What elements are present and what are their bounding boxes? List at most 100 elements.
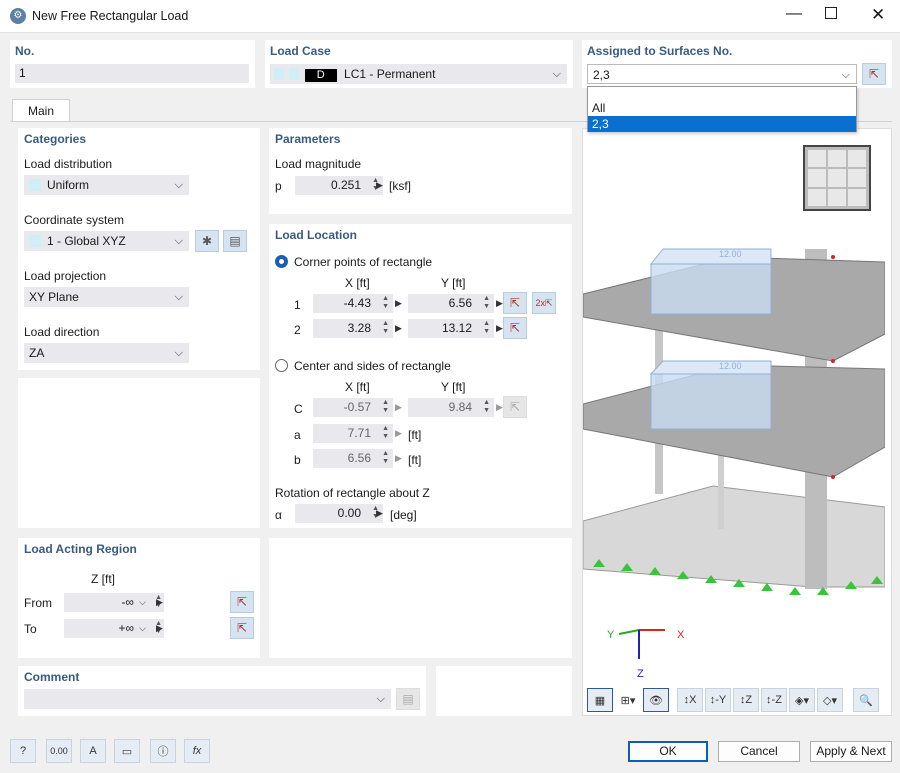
view-cube[interactable] xyxy=(803,145,871,211)
no-input[interactable]: 1 xyxy=(15,64,249,83)
visibility-button[interactable]: 👁 xyxy=(643,688,669,712)
units-button[interactable]: 0.00 xyxy=(46,739,72,763)
comment-panel: Comment ⌵ ▤ xyxy=(18,666,426,716)
model-icon: ▦ xyxy=(594,694,606,707)
step-right-icon[interactable]: ▶ xyxy=(376,508,383,519)
step-right-icon[interactable]: ▶ xyxy=(156,597,163,608)
view-neg-z-button[interactable]: ↕-Z xyxy=(761,688,787,712)
ok-button[interactable]: OK xyxy=(628,741,708,762)
chevron-down-icon: ⌵ xyxy=(841,69,850,81)
center-sides-radio[interactable] xyxy=(275,359,288,372)
step-right-icon[interactable]: ▶ xyxy=(156,623,163,634)
pick-two-points-button[interactable]: 2x⇱ xyxy=(532,292,556,314)
support-arrow xyxy=(789,587,801,595)
a-label: a xyxy=(294,428,301,442)
cancel-button[interactable]: Cancel xyxy=(718,741,800,762)
step-right-icon[interactable]: ▶ xyxy=(395,428,402,439)
dropdown-option-all[interactable]: All xyxy=(588,100,856,116)
minimize-button[interactable]: — xyxy=(786,5,802,23)
load-location-header: Load Location xyxy=(275,228,357,242)
alpha-input[interactable]: 0.00 ▲ ▼ xyxy=(295,504,383,523)
step-right-icon[interactable]: ▶ xyxy=(395,323,402,334)
categories-header: Categories xyxy=(24,132,87,146)
row2-x-input[interactable]: 3.28 ▲ ▼ xyxy=(313,319,393,338)
tab-main[interactable]: Main xyxy=(12,99,70,122)
3d-viewport[interactable]: 12.00 12.00 X Y Z ▦ ⊞▾ 👁 ↕X ↕-Y ↕Z ↕-Z ◈… xyxy=(582,128,892,716)
formula-button[interactable]: fx xyxy=(184,739,210,763)
spinner-icon: ▲ ▼ xyxy=(382,399,389,414)
spinner-icon: ▲ ▼ xyxy=(382,295,389,310)
to-value: +∞ xyxy=(118,621,134,635)
alpha-value: 0.00 xyxy=(337,506,361,520)
step-right-icon[interactable]: ▶ xyxy=(376,180,383,191)
step-right-icon[interactable]: ▶ xyxy=(395,298,402,309)
row2-y-input[interactable]: 13.12 ▲ ▼ xyxy=(408,319,494,338)
render-mode-button[interactable]: ◇▾ xyxy=(817,688,843,712)
comment-select[interactable]: ⌵ xyxy=(24,689,391,709)
new-coord-icon: ✱ xyxy=(201,234,213,248)
reset-view-button[interactable]: 🔍 xyxy=(853,688,879,712)
help-button[interactable]: ? xyxy=(10,739,36,763)
maximize-button[interactable] xyxy=(825,7,837,19)
assigned-label: Assigned to Surfaces No. xyxy=(587,44,733,58)
step-right-icon[interactable]: ▶ xyxy=(496,323,503,334)
chevron-down-icon: ⌵ xyxy=(174,347,183,359)
pick-surfaces-button[interactable]: ⇱ xyxy=(862,63,886,85)
row1-x-value: -4.43 xyxy=(343,296,371,310)
c-x-value: -0.57 xyxy=(343,400,371,414)
window-title: New Free Rectangular Load xyxy=(32,9,189,23)
edit-coord-system-button[interactable]: ▤ xyxy=(223,230,247,252)
iso-view-button[interactable]: ◈▾ xyxy=(789,688,815,712)
row1-x-input[interactable]: -4.43 ▲ ▼ xyxy=(313,294,393,313)
b-value: 6.56 xyxy=(347,451,371,465)
reset-view-icon: 🔍 xyxy=(859,694,873,707)
corner-points-radio[interactable] xyxy=(275,255,288,268)
view-neg-y-button[interactable]: ↕-Y xyxy=(705,688,731,712)
to-input[interactable]: +∞ ⌵ ▲ ▼ xyxy=(64,619,164,638)
c-y-input[interactable]: 9.84 ▲ ▼ xyxy=(408,398,494,417)
coord-system-select[interactable]: 1 - Global XYZ ⌵ xyxy=(24,231,189,251)
b-unit: [ft] xyxy=(408,453,422,467)
pick-from-button[interactable]: ⇱ xyxy=(230,591,254,613)
units-icon: 0.00 xyxy=(50,746,68,756)
x-header: X [ft] xyxy=(345,276,370,290)
load-acting-region-panel: Load Acting Region Z [ft] From -∞ ⌵ ▲ ▼ ▶… xyxy=(18,538,260,658)
display-model-button[interactable]: ▦ xyxy=(587,688,613,712)
assigned-select[interactable]: 2,3 ⌵ xyxy=(587,64,857,84)
dropdown-option-2-3[interactable]: 2,3 xyxy=(588,116,856,132)
monitor-icon: ▭ xyxy=(121,745,133,758)
a-input[interactable]: 7.71 ▲ ▼ xyxy=(313,424,393,443)
display-options-button[interactable]: ⊞▾ xyxy=(615,688,641,712)
view-x-button[interactable]: ↕X xyxy=(677,688,703,712)
load-case-swatch xyxy=(274,68,284,80)
cursor-pick-icon: ⇱ xyxy=(236,621,248,635)
load-projection-select[interactable]: XY Plane ⌵ xyxy=(24,287,189,307)
text-style-button[interactable]: A xyxy=(80,739,106,763)
step-right-icon[interactable]: ▶ xyxy=(395,402,402,413)
step-right-icon[interactable]: ▶ xyxy=(496,402,503,413)
apply-next-button[interactable]: Apply & Next xyxy=(810,741,892,762)
close-window-button[interactable]: ✕ xyxy=(871,5,885,25)
a-unit: [ft] xyxy=(408,428,422,442)
step-right-icon[interactable]: ▶ xyxy=(496,298,503,309)
from-input[interactable]: -∞ ⌵ ▲ ▼ xyxy=(64,593,164,612)
new-coord-system-button[interactable]: ✱ xyxy=(195,230,219,252)
row1-y-input[interactable]: 6.56 ▲ ▼ xyxy=(408,294,494,313)
info-button[interactable]: ⓘ xyxy=(150,739,176,763)
load-case-select[interactable]: D LC1 - Permanent ⌵ xyxy=(270,64,567,84)
pick-to-button[interactable]: ⇱ xyxy=(230,617,254,639)
load-direction-select[interactable]: ZA ⌵ xyxy=(24,343,189,363)
p-input[interactable]: 0.251 ▲ ▼ xyxy=(295,176,383,195)
step-right-icon[interactable]: ▶ xyxy=(395,453,402,464)
load-distribution-select[interactable]: Uniform ⌵ xyxy=(24,175,189,195)
pick-center-button[interactable]: ⇱ xyxy=(503,396,527,418)
b-input[interactable]: 6.56 ▲ ▼ xyxy=(313,449,393,468)
comment-library-button[interactable]: ▤ xyxy=(396,688,420,710)
c-x-input[interactable]: -0.57 ▲ ▼ xyxy=(313,398,393,417)
view-z-button[interactable]: ↕Z xyxy=(733,688,759,712)
view-settings-button[interactable]: ▭ xyxy=(114,739,140,763)
empty-middle-panel xyxy=(269,538,572,658)
pick-point2-button[interactable]: ⇱ xyxy=(503,317,527,339)
p-unit: [ksf] xyxy=(389,179,412,193)
pick-point1-button[interactable]: ⇱ xyxy=(503,292,527,314)
